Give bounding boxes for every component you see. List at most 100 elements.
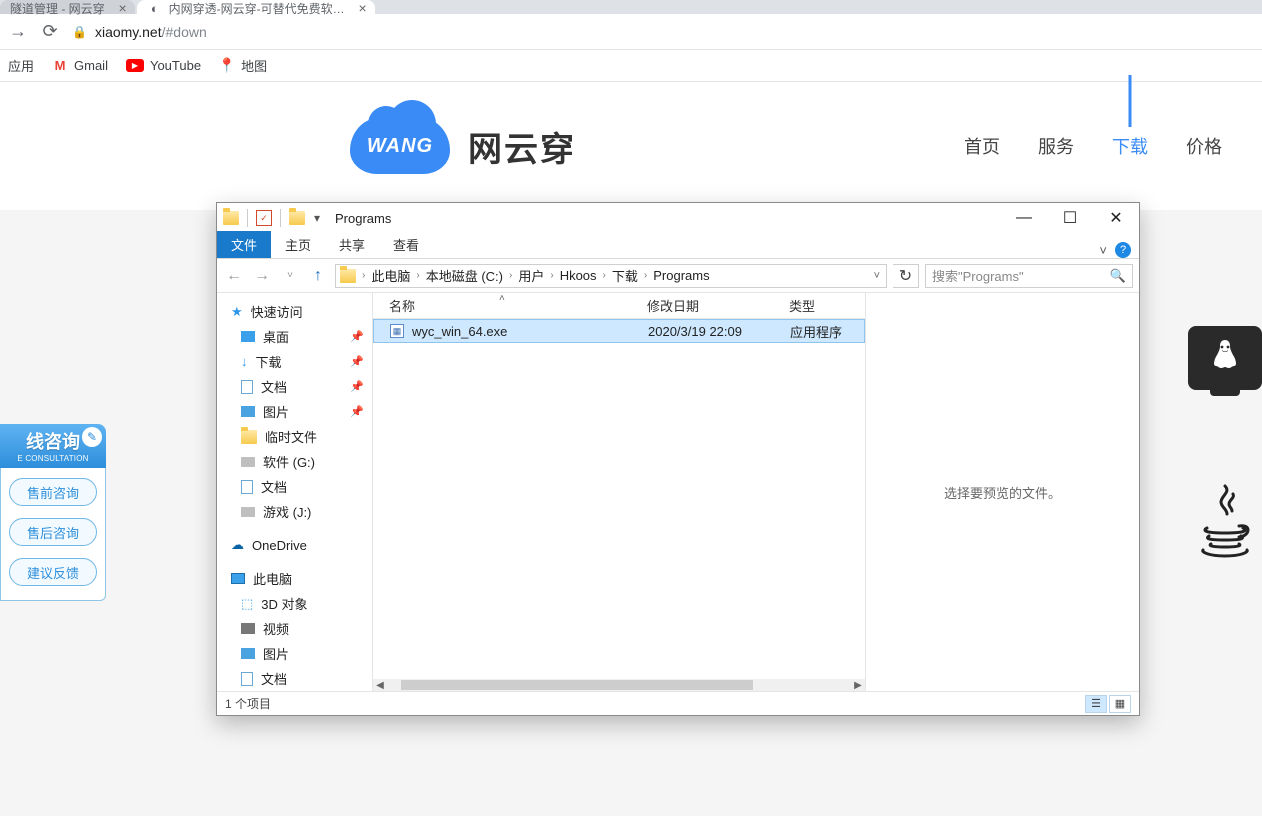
nav-download[interactable]: 下载 bbox=[1112, 129, 1148, 163]
close-button[interactable]: ✕ bbox=[1093, 203, 1139, 233]
consult-presales-button[interactable]: 售前咨询 bbox=[9, 478, 97, 506]
help-icon[interactable]: ? bbox=[1115, 242, 1131, 258]
sidebar-thispc[interactable]: 此电脑 bbox=[217, 566, 372, 591]
chevron-right-icon[interactable]: › bbox=[550, 270, 553, 281]
sidebar-quick-access[interactable]: ★快速访问 bbox=[217, 299, 372, 324]
browser-tab-1[interactable]: 隧道管理 - 网云穿 × bbox=[0, 0, 135, 14]
search-input[interactable]: 搜索"Programs" 🔍 bbox=[925, 264, 1133, 288]
java-icon[interactable] bbox=[1195, 480, 1255, 565]
crumb-drive-c[interactable]: 本地磁盘 (C:) bbox=[422, 266, 507, 285]
chevron-right-icon[interactable]: › bbox=[416, 270, 419, 281]
view-details-button[interactable]: ☰ bbox=[1085, 695, 1107, 713]
sidebar-documents-2[interactable]: 文档 bbox=[217, 474, 372, 499]
qat-dropdown-icon[interactable]: ▾ bbox=[309, 210, 325, 226]
scrollbar-thumb[interactable] bbox=[401, 680, 753, 690]
sidebar-software-g[interactable]: 软件 (G:) bbox=[217, 449, 372, 474]
file-row[interactable]: ▦wyc_win_64.exe 2020/3/19 22:09 应用程序 bbox=[373, 319, 865, 343]
close-icon[interactable]: × bbox=[118, 0, 126, 16]
crumb-downloads[interactable]: 下载 bbox=[608, 266, 642, 285]
file-explorer-window: ✓ ▾ Programs — ☐ ✕ 文件 主页 共享 查看 ˅ ? ← → ˅… bbox=[216, 202, 1140, 716]
sidebar-videos[interactable]: 视频 bbox=[217, 616, 372, 641]
ribbon-tab-view[interactable]: 查看 bbox=[379, 231, 433, 258]
qat-folder-icon[interactable] bbox=[289, 211, 305, 225]
sidebar-pictures[interactable]: 图片📌 bbox=[217, 399, 372, 424]
crumb-hkoos[interactable]: Hkoos bbox=[556, 268, 601, 283]
site-logo[interactable]: WANG 网云穿 bbox=[350, 118, 576, 174]
picture-icon bbox=[241, 406, 255, 417]
crumb-thispc[interactable]: 此电脑 bbox=[367, 266, 414, 285]
linux-icon[interactable] bbox=[1188, 326, 1262, 390]
youtube-icon: ▶ bbox=[126, 59, 144, 72]
ribbon-collapse-icon[interactable]: ˅ bbox=[1099, 243, 1107, 258]
explorer-titlebar[interactable]: ✓ ▾ Programs — ☐ ✕ bbox=[217, 203, 1139, 233]
sidebar-3d-objects[interactable]: ⬚3D 对象 bbox=[217, 591, 372, 616]
sort-asc-icon[interactable]: ˄ bbox=[499, 293, 505, 304]
sidebar-pictures-2[interactable]: 图片 bbox=[217, 641, 372, 666]
bookmark-gmail[interactable]: MGmail bbox=[52, 58, 108, 74]
sidebar-desktop[interactable]: 桌面📌 bbox=[217, 324, 372, 349]
document-icon bbox=[241, 480, 253, 494]
ribbon-tab-home[interactable]: 主页 bbox=[271, 231, 325, 258]
chevron-right-icon[interactable]: › bbox=[603, 270, 606, 281]
bookmark-maps[interactable]: 📍地图 bbox=[219, 56, 267, 75]
path-dropdown-icon[interactable]: ˅ bbox=[868, 270, 886, 282]
nav-service[interactable]: 服务 bbox=[1038, 129, 1074, 163]
bookmarks-bar: 应用 MGmail ▶YouTube 📍地图 bbox=[0, 50, 1262, 82]
preview-pane: 选择要预览的文件。 bbox=[865, 293, 1139, 691]
drive-icon bbox=[241, 457, 255, 467]
forward-icon[interactable]: → bbox=[8, 21, 28, 42]
browser-tab-2[interactable]: ◐ 内网穿透-网云穿-可替代免费软… × bbox=[137, 0, 375, 14]
explorer-address-row: ← → ˅ ↑ › 此电脑› 本地磁盘 (C:)› 用户› Hkoos› 下载›… bbox=[217, 259, 1139, 293]
view-icons-button[interactable]: ▦ bbox=[1109, 695, 1131, 713]
picture-icon bbox=[241, 648, 255, 659]
chevron-right-icon[interactable]: › bbox=[509, 270, 512, 281]
column-type[interactable]: 类型 bbox=[773, 296, 853, 315]
url-box[interactable]: 🔒 xiaomy.net/#down bbox=[72, 24, 207, 40]
refresh-button[interactable]: ↻ bbox=[893, 264, 919, 288]
scroll-left-icon[interactable]: ◀ bbox=[373, 680, 387, 691]
folder-icon bbox=[223, 211, 239, 225]
nav-price[interactable]: 价格 bbox=[1186, 129, 1222, 163]
consult-feedback-button[interactable]: 建议反馈 bbox=[9, 558, 97, 586]
crumb-programs[interactable]: Programs bbox=[649, 268, 713, 283]
sidebar-games-j[interactable]: 游戏 (J:) bbox=[217, 499, 372, 524]
sidebar-documents[interactable]: 文档📌 bbox=[217, 374, 372, 399]
reload-icon[interactable]: ⟳ bbox=[40, 21, 60, 42]
explorer-sidebar: ★快速访问 桌面📌 ↓下载📌 文档📌 图片📌 临时文件 软件 (G:) 文档 游… bbox=[217, 293, 373, 691]
qat-checkbox-icon[interactable]: ✓ bbox=[256, 210, 272, 226]
crumb-users[interactable]: 用户 bbox=[514, 266, 548, 285]
ribbon-tabs: 文件 主页 共享 查看 ˅ ? bbox=[217, 233, 1139, 259]
sidebar-temp[interactable]: 临时文件 bbox=[217, 424, 372, 449]
bookmark-youtube[interactable]: ▶YouTube bbox=[126, 58, 201, 73]
nav-recent-icon[interactable]: ˅ bbox=[279, 270, 301, 281]
horizontal-scrollbar[interactable]: ◀ ▶ bbox=[373, 679, 865, 691]
ribbon-tab-share[interactable]: 共享 bbox=[325, 231, 379, 258]
drive-icon bbox=[241, 507, 255, 517]
ribbon-tab-file[interactable]: 文件 bbox=[217, 231, 271, 258]
column-date[interactable]: 修改日期 bbox=[631, 296, 773, 315]
cube-icon: ⬚ bbox=[241, 596, 253, 612]
scroll-right-icon[interactable]: ▶ bbox=[851, 680, 865, 691]
maximize-button[interactable]: ☐ bbox=[1047, 203, 1093, 233]
explorer-title: Programs bbox=[335, 211, 391, 226]
nav-forward-icon: → bbox=[251, 267, 273, 285]
file-name: wyc_win_64.exe bbox=[412, 324, 507, 339]
nav-home[interactable]: 首页 bbox=[964, 129, 1000, 163]
sidebar-downloads[interactable]: ↓下载📌 bbox=[217, 349, 372, 374]
nav-back-icon[interactable]: ← bbox=[223, 267, 245, 285]
bookmark-apps[interactable]: 应用 bbox=[8, 56, 34, 75]
nav-up-icon[interactable]: ↑ bbox=[307, 267, 329, 285]
sidebar-onedrive[interactable]: ☁OneDrive bbox=[217, 534, 372, 556]
breadcrumb[interactable]: › 此电脑› 本地磁盘 (C:)› 用户› Hkoos› 下载› Program… bbox=[335, 264, 887, 288]
chevron-right-icon[interactable]: › bbox=[644, 270, 647, 281]
search-icon: 🔍 bbox=[1110, 268, 1126, 284]
minimize-button[interactable]: — bbox=[1001, 203, 1047, 233]
chevron-right-icon[interactable]: › bbox=[362, 270, 365, 281]
document-icon bbox=[241, 672, 253, 686]
consult-aftersales-button[interactable]: 售后咨询 bbox=[9, 518, 97, 546]
explorer-content: ˄ 名称 修改日期 类型 ▦wyc_win_64.exe 2020/3/19 2… bbox=[373, 293, 865, 691]
url-text: xiaomy.net/#down bbox=[95, 24, 207, 40]
close-icon[interactable]: × bbox=[358, 0, 366, 16]
consult-widget: 线咨询 E CONSULTATION ✎ 售前咨询 售后咨询 建议反馈 bbox=[0, 424, 106, 601]
sidebar-documents-3[interactable]: 文档 bbox=[217, 666, 372, 691]
